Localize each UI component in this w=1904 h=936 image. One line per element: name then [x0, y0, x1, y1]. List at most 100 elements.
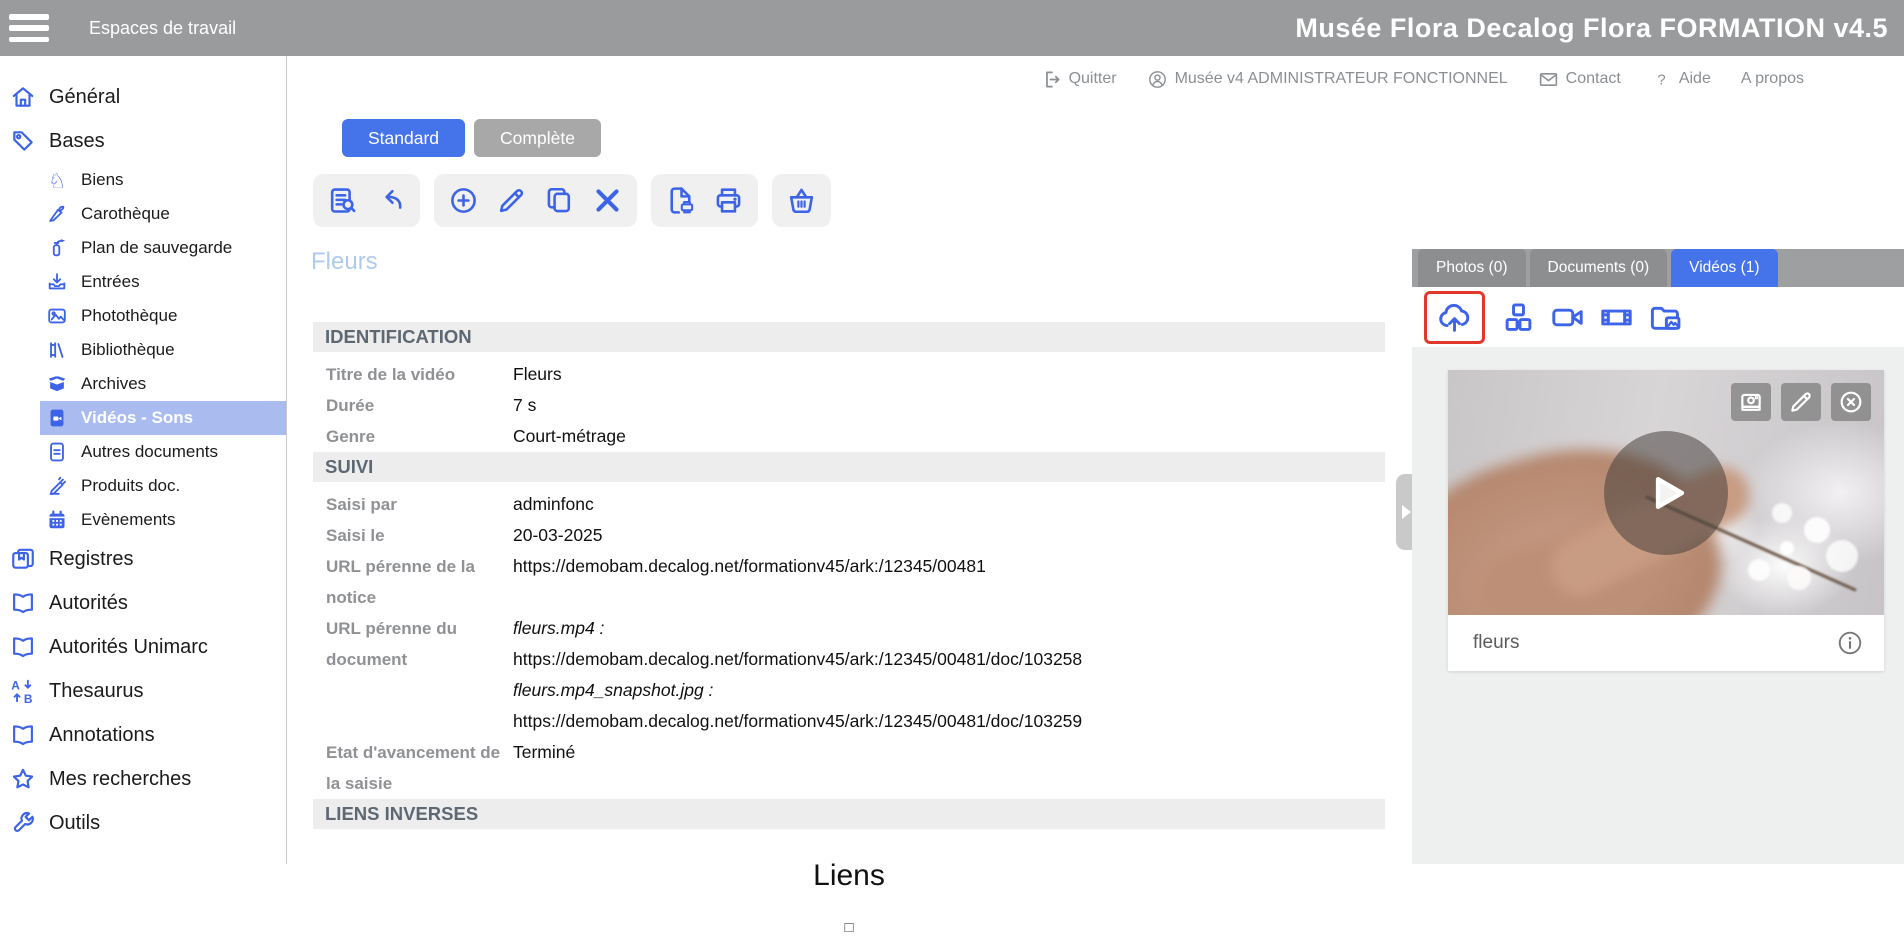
sidebar-item-label: Vidéos - Sons	[81, 408, 193, 428]
workspace-label[interactable]: Espaces de travail	[89, 18, 236, 39]
sidebar-item-videos-sons[interactable]: Vidéos - Sons	[40, 401, 286, 435]
filmstrip-button[interactable]	[1599, 300, 1634, 335]
sidebar-item-label: Outils	[49, 812, 100, 835]
sidebar-item-autres-documents[interactable]: Autres documents	[40, 435, 286, 469]
sidebar-item-entrees[interactable]: Entrées	[40, 265, 286, 299]
field-label: Etat d'avancement de la saisie	[313, 737, 513, 799]
sidebar-item-bibliotheque[interactable]: Bibliothèque	[40, 333, 286, 367]
edit-button[interactable]	[496, 185, 527, 216]
camcorder-button[interactable]	[1550, 300, 1585, 335]
record-row: URL pérenne de la noticehttps://demobam.…	[313, 551, 1385, 613]
book-open-icon	[10, 722, 36, 748]
hamburger-menu-icon[interactable]	[9, 14, 49, 42]
record-row: URL pérenne du documentfleurs.mp4 :https…	[313, 613, 1385, 737]
top-link-apropos[interactable]: A propos	[1741, 70, 1804, 88]
record-title: Fleurs	[311, 248, 378, 276]
envelope-icon	[1538, 69, 1559, 90]
sidebar-item-carotheque[interactable]: Carothèque	[40, 197, 286, 231]
tab-standard[interactable]: Standard	[342, 119, 465, 157]
media-tab-photos[interactable]: Photos (0)	[1418, 249, 1526, 287]
sidebar: GénéralBases♘BiensCarothèquePlan de sauv…	[0, 56, 287, 864]
play-button[interactable]	[1604, 431, 1728, 555]
record-toolbar	[313, 174, 831, 227]
sidebar-item-label: Registres	[49, 548, 133, 571]
sidebar-item-label: Evènements	[81, 510, 176, 530]
sidebar-item-evenements[interactable]: Evènements	[40, 503, 286, 537]
carrot-icon	[46, 203, 68, 225]
sidebar-item-outils[interactable]: Outils	[0, 801, 286, 845]
tab-complete[interactable]: Complète	[474, 119, 601, 157]
top-link-label: Contact	[1566, 70, 1621, 88]
sidebar-item-biens[interactable]: ♘Biens	[40, 163, 286, 197]
sidebar-item-plan-de-sauvegarde[interactable]: Plan de sauvegarde	[40, 231, 286, 265]
toolbar-group-3	[651, 174, 758, 227]
field-value: 7 s	[513, 390, 536, 421]
field-value: https://demobam.decalog.net/formationv45…	[513, 551, 986, 613]
top-link-user[interactable]: Musée v4 ADMINISTRATEUR FONCTIONNEL	[1147, 69, 1508, 90]
remove-media-button[interactable]	[1831, 383, 1871, 421]
record-row: Etat d'avancement de la saisieTerminé	[313, 737, 1385, 799]
sidebar-item-produits-doc[interactable]: Produits doc.	[40, 469, 286, 503]
copy-button[interactable]	[544, 185, 575, 216]
section-header-label: IDENTIFICATION	[325, 326, 472, 348]
video-file-icon	[46, 407, 68, 429]
question-icon: ?	[1651, 69, 1672, 90]
media-tab-documents[interactable]: Documents (0)	[1530, 249, 1668, 287]
top-link-aide[interactable]: ?Aide	[1651, 69, 1711, 90]
extinguisher-icon	[46, 237, 68, 259]
media-panel-toolbar	[1412, 287, 1904, 347]
liens-heading: Liens	[313, 859, 1385, 893]
sidebar-item-archives[interactable]: Archives	[40, 367, 286, 401]
pencil-icon	[1788, 389, 1814, 415]
sidebar-item-autorites-unimarc[interactable]: Autorités Unimarc	[0, 625, 286, 669]
snapshot-button[interactable]	[1731, 383, 1771, 421]
home-icon	[10, 84, 36, 110]
undo-button[interactable]	[375, 185, 406, 216]
field-value: Court-métrage	[513, 421, 626, 452]
export-button[interactable]	[665, 185, 696, 216]
upload-button[interactable]	[1437, 300, 1472, 335]
media-panel-content: fleurs	[1412, 347, 1904, 864]
media-panel-tabs: Photos (0)Documents (0)Vidéos (1)	[1412, 249, 1904, 287]
highlighted-upload-box[interactable]	[1424, 291, 1485, 344]
sidebar-item-mes-recherches[interactable]: Mes recherches	[0, 757, 286, 801]
field-label: Saisi par	[313, 489, 513, 520]
books-icon	[46, 339, 68, 361]
sidebar-item-autorites[interactable]: Autorités	[0, 581, 286, 625]
tag-icon	[10, 128, 36, 154]
sidebar-item-thesaurus[interactable]: ABThesaurus	[0, 669, 286, 713]
edit-media-button[interactable]	[1781, 383, 1821, 421]
doc-file-icon	[46, 441, 68, 463]
sidebar-item-bases[interactable]: Bases	[0, 119, 286, 163]
section-header-label: LIENS INVERSES	[325, 803, 478, 825]
basket-button[interactable]	[786, 185, 817, 216]
delete-button[interactable]	[592, 185, 623, 216]
video-thumbnail[interactable]	[1448, 370, 1884, 615]
sidebar-item-annotations[interactable]: Annotations	[0, 713, 286, 757]
sidebar-item-registres[interactable]: Registres	[0, 537, 286, 581]
section-header: IDENTIFICATION	[313, 322, 1385, 352]
add-button[interactable]	[448, 185, 479, 216]
sidebar-item-general[interactable]: Général	[0, 75, 286, 119]
toolbar-group-4	[772, 174, 831, 227]
field-label: Genre	[313, 421, 513, 452]
search-list-button[interactable]	[327, 185, 358, 216]
svg-text:♘: ♘	[48, 169, 66, 191]
field-value: Fleurs	[513, 359, 562, 390]
info-icon[interactable]	[1836, 629, 1864, 657]
cubes-button[interactable]	[1501, 300, 1536, 335]
top-link-quitter[interactable]: Quitter	[1041, 69, 1117, 90]
record-row: Durée7 s	[313, 390, 1385, 421]
media-tab-videos[interactable]: Vidéos (1)	[1671, 249, 1777, 287]
sidebar-item-phototheque[interactable]: Photothèque	[40, 299, 286, 333]
calendar-icon	[46, 509, 68, 531]
section-header: LIENS INVERSES	[313, 799, 1385, 829]
folder-image-button[interactable]	[1648, 300, 1683, 335]
book-open-icon	[10, 634, 36, 660]
instant-camera-icon	[1738, 389, 1764, 415]
print-button[interactable]	[713, 185, 744, 216]
top-link-contact[interactable]: Contact	[1538, 69, 1621, 90]
field-label: Durée	[313, 390, 513, 421]
section-header: SUIVI	[313, 452, 1385, 482]
sidebar-item-label: Produits doc.	[81, 476, 180, 496]
